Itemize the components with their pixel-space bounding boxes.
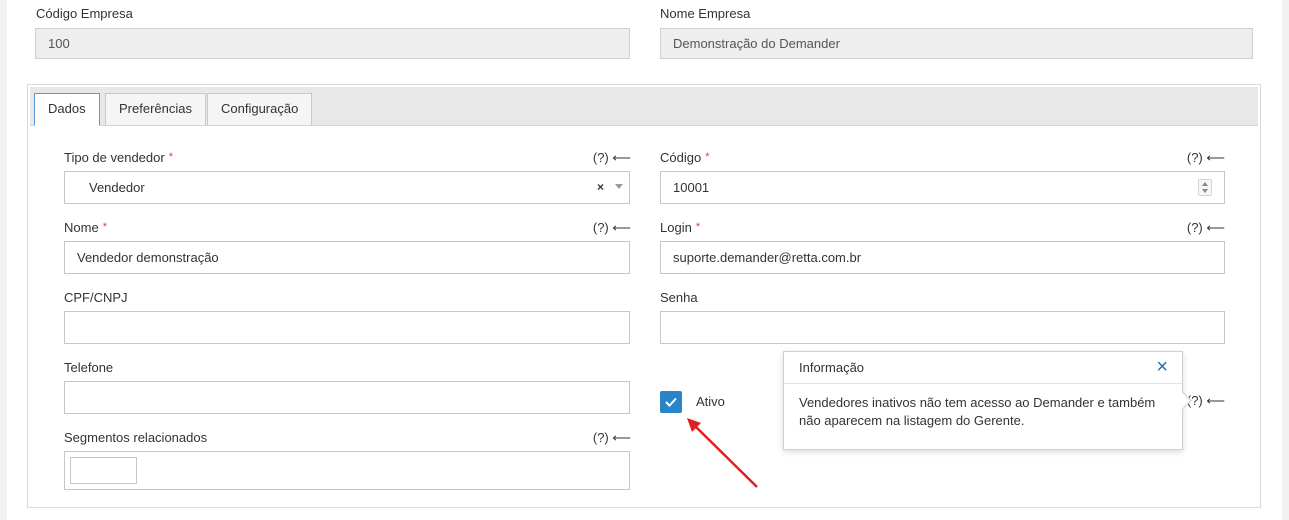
tipo-vendedor-label: Tipo de vendedor * — [64, 150, 173, 165]
nome-help-link[interactable]: (?) ⟵ — [577, 220, 631, 236]
tab-dados[interactable]: Dados — [34, 93, 100, 126]
popover-body: Vendedores inativos não tem acesso ao De… — [799, 395, 1156, 428]
senha-input[interactable] — [660, 311, 1225, 344]
stepper-down-icon[interactable] — [1202, 189, 1208, 193]
chevron-down-icon[interactable] — [615, 184, 623, 189]
tipo-vendedor-select[interactable]: Vendedor × — [64, 171, 630, 204]
telefone-label: Telefone — [64, 360, 114, 375]
popover-header: Informação × — [784, 352, 1182, 384]
info-popover: Informação × Vendedores inativos não tem… — [783, 351, 1192, 450]
cpf-cnpj-input[interactable] — [64, 311, 630, 344]
nome-label: Nome * — [64, 220, 107, 235]
login-label: Login * — [660, 220, 701, 235]
company-code-label: Código Empresa — [36, 6, 133, 21]
codigo-help-link[interactable]: (?) ⟵ — [1171, 150, 1225, 166]
codigo-number-input[interactable]: 10001 — [660, 171, 1225, 204]
senha-label: Senha — [660, 290, 698, 305]
segmentos-tag-input[interactable] — [70, 457, 137, 484]
telefone-input[interactable] — [64, 381, 630, 414]
checkmark-icon — [665, 397, 677, 407]
login-help-link[interactable]: (?) ⟵ — [1171, 220, 1225, 236]
company-name-field: Demonstração do Demander — [660, 28, 1253, 59]
ativo-label: Ativo — [696, 394, 725, 409]
number-stepper[interactable] — [1198, 179, 1212, 196]
login-input[interactable]: suporte.demander@retta.com.br — [660, 241, 1225, 274]
annotation-arrow-icon — [687, 418, 758, 488]
page: Código Empresa 100 Nome Empresa Demonstr… — [7, 0, 1282, 520]
cpf-cnpj-label: CPF/CNPJ — [64, 290, 128, 305]
segmentos-help-link[interactable]: (?) ⟵ — [577, 430, 631, 446]
segmentos-label: Segmentos relacionados — [64, 430, 208, 445]
stepper-up-icon[interactable] — [1202, 182, 1208, 186]
codigo-label: Código * — [660, 150, 710, 165]
segmentos-field[interactable] — [64, 451, 630, 490]
close-icon[interactable]: × — [1156, 352, 1168, 383]
tab-bar: Dados Preferências Configuração — [30, 87, 1258, 126]
clear-icon[interactable]: × — [597, 172, 604, 203]
tipo-help-link[interactable]: (?) ⟵ — [577, 150, 631, 166]
nome-input[interactable]: Vendedor demonstração — [64, 241, 630, 274]
tab-preferencias[interactable]: Preferências — [105, 93, 206, 125]
popover-title: Informação — [799, 360, 865, 375]
tab-configuracao[interactable]: Configuração — [207, 93, 313, 125]
company-code-field: 100 — [35, 28, 630, 59]
company-name-label: Nome Empresa — [660, 6, 751, 21]
codigo-value: 10001 — [673, 180, 710, 195]
tipo-vendedor-value: Vendedor — [89, 180, 145, 195]
